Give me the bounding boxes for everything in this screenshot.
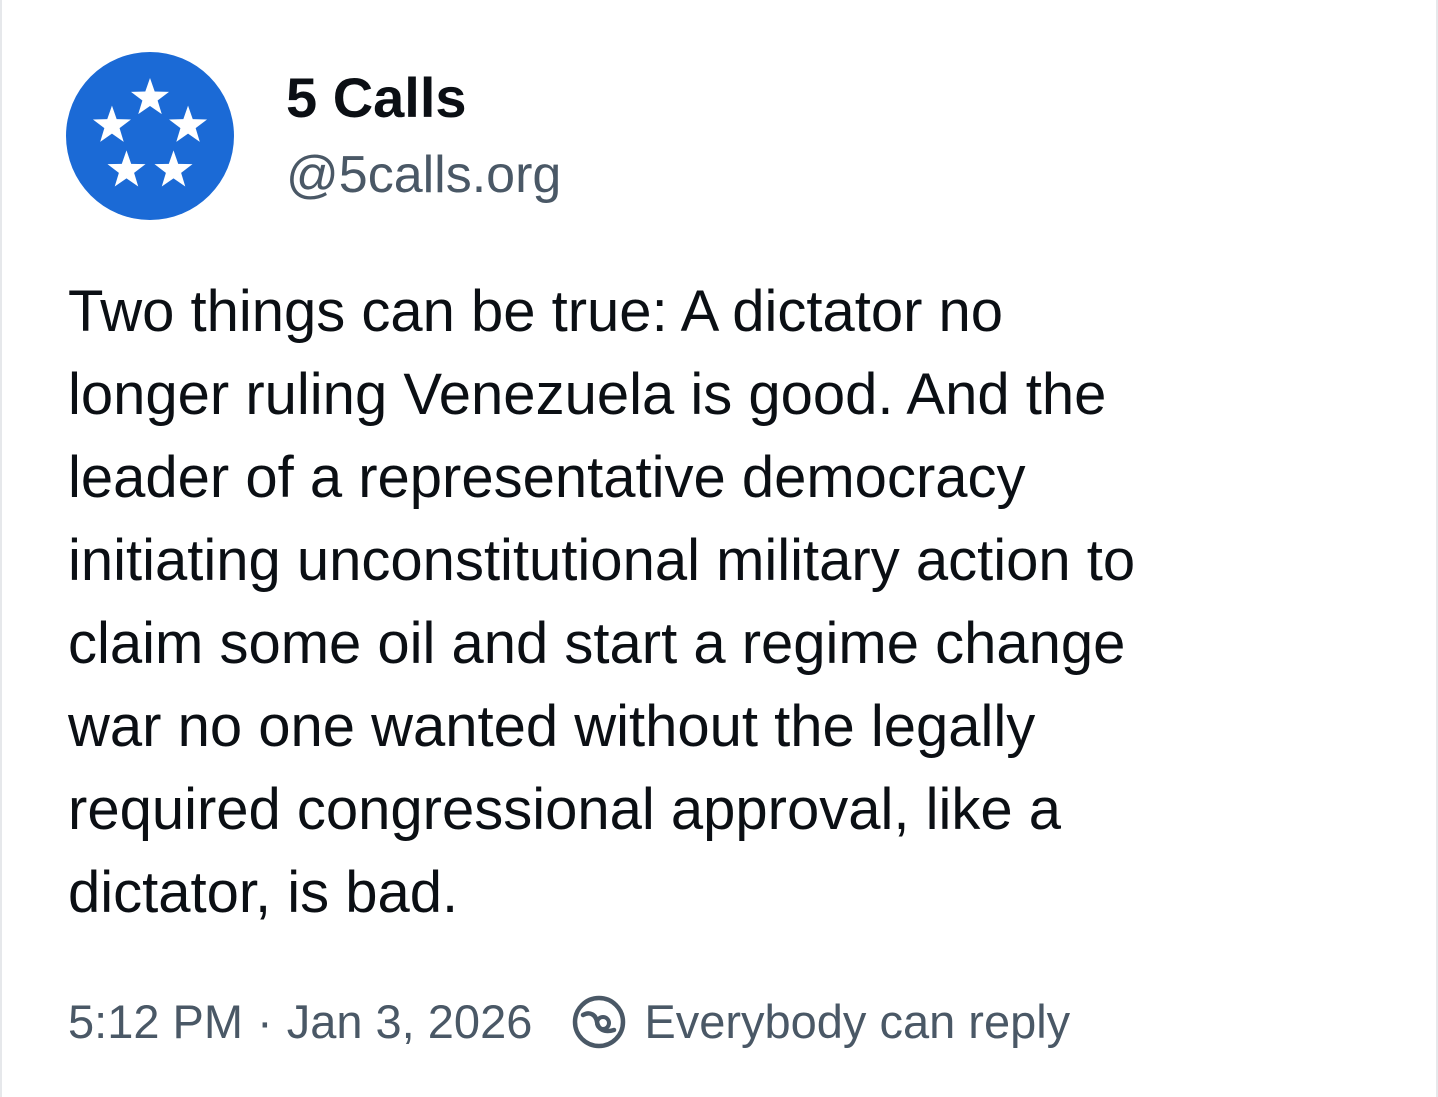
post-date[interactable]: Jan 3, 2026 bbox=[287, 990, 533, 1054]
author-display-name[interactable]: 5 Calls bbox=[286, 66, 561, 130]
reply-setting[interactable]: Everybody can reply bbox=[570, 990, 1070, 1054]
avatar[interactable] bbox=[66, 52, 234, 220]
reply-everyone-icon bbox=[570, 993, 628, 1051]
post-meta: 5:12 PM · Jan 3, 2026 Everybody can repl… bbox=[68, 990, 1070, 1054]
five-stars-logo-icon bbox=[92, 78, 208, 187]
meta-separator: · bbox=[257, 995, 273, 1048]
post-time[interactable]: 5:12 PM bbox=[68, 990, 243, 1054]
author-names: 5 Calls @5calls.org bbox=[286, 66, 561, 206]
logo-star bbox=[130, 78, 170, 115]
logo-star bbox=[107, 150, 146, 187]
post-card: 5 Calls @5calls.org Two things can be tr… bbox=[0, 0, 1438, 1097]
author-handle[interactable]: @5calls.org bbox=[286, 144, 561, 206]
post-header: 5 Calls @5calls.org bbox=[66, 52, 561, 220]
logo-star bbox=[169, 105, 208, 142]
reply-setting-label: Everybody can reply bbox=[644, 995, 1071, 1048]
logo-star bbox=[92, 105, 131, 142]
logo-star bbox=[154, 150, 193, 187]
post-text: Two things can be true: A dictator no lo… bbox=[68, 279, 1136, 925]
